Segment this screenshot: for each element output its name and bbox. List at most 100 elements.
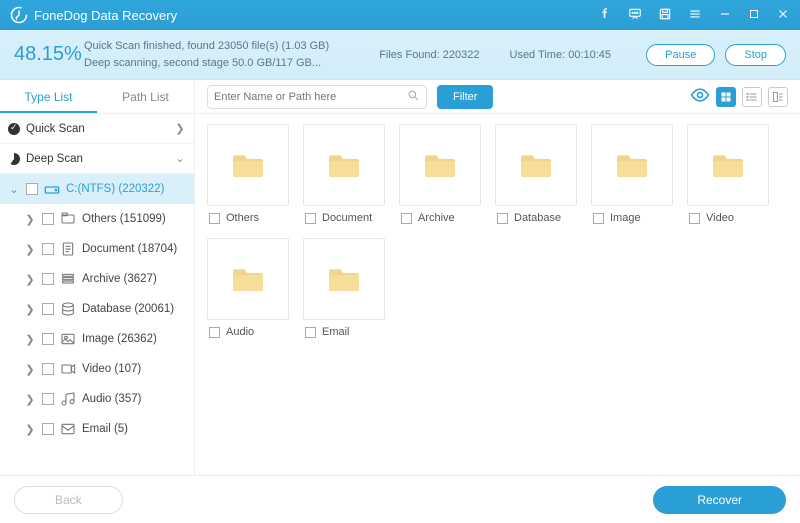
check-circle-icon: [8, 123, 20, 135]
checkbox[interactable]: [305, 213, 316, 224]
drive-icon: [44, 183, 60, 195]
scan-status-line1: Quick Scan finished, found 23050 file(s)…: [84, 38, 329, 55]
close-icon[interactable]: [776, 7, 790, 24]
checkbox[interactable]: [42, 243, 54, 255]
folder-icon: [303, 124, 385, 206]
tile-label: Database: [514, 212, 561, 224]
category-icon: [60, 421, 76, 437]
content-area: Filter Others Document Archive Database Imag…: [195, 80, 800, 475]
grid-tile[interactable]: Video: [687, 124, 769, 224]
checkbox[interactable]: [42, 303, 54, 315]
app-logo-icon: [10, 6, 28, 24]
scan-status-line2: Deep scanning, second stage 50.0 GB/117 …: [84, 55, 329, 72]
tree-item-label: Document (18704): [82, 243, 186, 255]
facebook-icon[interactable]: [598, 7, 612, 24]
checkbox[interactable]: [42, 423, 54, 435]
tree-quick-scan[interactable]: Quick Scan ❯: [0, 114, 194, 144]
folder-icon: [303, 238, 385, 320]
scan-metrics: Files Found: 220322 Used Time: 00:10:45: [339, 49, 636, 61]
file-grid: Others Document Archive Database Image Video A…: [195, 114, 800, 475]
tile-label: Email: [322, 326, 350, 338]
checkbox[interactable]: [689, 213, 700, 224]
tree-item[interactable]: ❯ Image (26362): [0, 324, 194, 354]
tree-deep-scan[interactable]: Deep Scan ⌄: [0, 144, 194, 174]
checkbox[interactable]: [42, 213, 54, 225]
tree-item[interactable]: ❯ Others (151099): [0, 204, 194, 234]
tile-label: Image: [610, 212, 641, 224]
checkbox[interactable]: [209, 327, 220, 338]
chevron-down-icon: ⌄: [8, 183, 20, 196]
view-list-icon[interactable]: [742, 87, 762, 107]
checkbox[interactable]: [42, 273, 54, 285]
checkbox[interactable]: [42, 393, 54, 405]
checkbox[interactable]: [401, 213, 412, 224]
pause-button[interactable]: Pause: [646, 44, 715, 66]
checkbox[interactable]: [593, 213, 604, 224]
tile-label: Audio: [226, 326, 254, 338]
chevron-right-icon: ❯: [24, 273, 36, 286]
grid-tile[interactable]: Database: [495, 124, 577, 224]
quick-scan-label: Quick Scan: [26, 123, 168, 135]
tree-item[interactable]: ❯Video (107): [0, 354, 194, 384]
menu-icon[interactable]: [688, 7, 702, 24]
grid-tile[interactable]: Image: [591, 124, 673, 224]
tree-item-label: Image (26362): [82, 333, 186, 345]
save-icon[interactable]: [658, 7, 672, 24]
tab-path-list[interactable]: Path List: [97, 80, 194, 113]
search-input[interactable]: [214, 91, 407, 103]
search-box[interactable]: [207, 85, 427, 109]
tile-label: Video: [706, 212, 734, 224]
feedback-icon[interactable]: [628, 7, 642, 24]
grid-tile[interactable]: Document: [303, 124, 385, 224]
tree-item-label: Others (151099): [82, 213, 186, 225]
chevron-right-icon: ❯: [174, 122, 186, 135]
chevron-right-icon: ❯: [24, 213, 36, 226]
checkbox[interactable]: [305, 327, 316, 338]
recover-button[interactable]: Recover: [653, 486, 786, 514]
view-grid-icon[interactable]: [716, 87, 736, 107]
category-icon: [60, 211, 76, 227]
chevron-right-icon: ❯: [24, 333, 36, 346]
tree-item-label: Database (20061): [82, 303, 186, 315]
tree-item[interactable]: ❯Email (5): [0, 414, 194, 444]
sidebar: Type List Path List Quick Scan ❯ Deep Sc…: [0, 80, 195, 475]
chevron-down-icon: ⌄: [174, 152, 186, 165]
checkbox[interactable]: [26, 183, 38, 195]
grid-tile[interactable]: Audio: [207, 238, 289, 338]
sidebar-tree: Quick Scan ❯ Deep Scan ⌄ ⌄ C:(NTFS) (220…: [0, 114, 194, 475]
tile-label: Document: [322, 212, 372, 224]
tab-type-list[interactable]: Type List: [0, 80, 97, 113]
folder-icon: [207, 238, 289, 320]
checkbox[interactable]: [209, 213, 220, 224]
titlebar: FoneDog Data Recovery: [0, 0, 800, 30]
maximize-icon[interactable]: [748, 8, 760, 23]
back-button[interactable]: Back: [14, 486, 123, 514]
app-logo: FoneDog Data Recovery: [10, 6, 177, 24]
minimize-icon[interactable]: [718, 7, 732, 24]
folder-icon: [399, 124, 481, 206]
grid-tile[interactable]: Email: [303, 238, 385, 338]
tree-item[interactable]: ❯ Database (20061): [0, 294, 194, 324]
stop-button[interactable]: Stop: [725, 44, 786, 66]
checkbox[interactable]: [497, 213, 508, 224]
deep-scan-label: Deep Scan: [26, 153, 168, 165]
filter-button[interactable]: Filter: [437, 85, 493, 109]
grid-tile[interactable]: Others: [207, 124, 289, 224]
preview-icon[interactable]: [690, 85, 710, 108]
view-detail-icon[interactable]: [768, 87, 788, 107]
category-icon: [60, 391, 76, 407]
chevron-right-icon: ❯: [24, 303, 36, 316]
checkbox[interactable]: [42, 333, 54, 345]
tree-item[interactable]: ❯Archive (3627): [0, 264, 194, 294]
tree-drive[interactable]: ⌄ C:(NTFS) (220322): [0, 174, 194, 204]
scan-status-text: Quick Scan finished, found 23050 file(s)…: [84, 38, 329, 71]
grid-tile[interactable]: Archive: [399, 124, 481, 224]
sidebar-tabs: Type List Path List: [0, 80, 194, 114]
drive-label: C:(NTFS) (220322): [66, 183, 186, 195]
tree-item-label: Email (5): [82, 423, 186, 435]
checkbox[interactable]: [42, 363, 54, 375]
tree-item[interactable]: ❯Audio (357): [0, 384, 194, 414]
used-time: Used Time: 00:10:45: [510, 49, 612, 61]
chevron-right-icon: ❯: [24, 393, 36, 406]
tree-item[interactable]: ❯Document (18704): [0, 234, 194, 264]
